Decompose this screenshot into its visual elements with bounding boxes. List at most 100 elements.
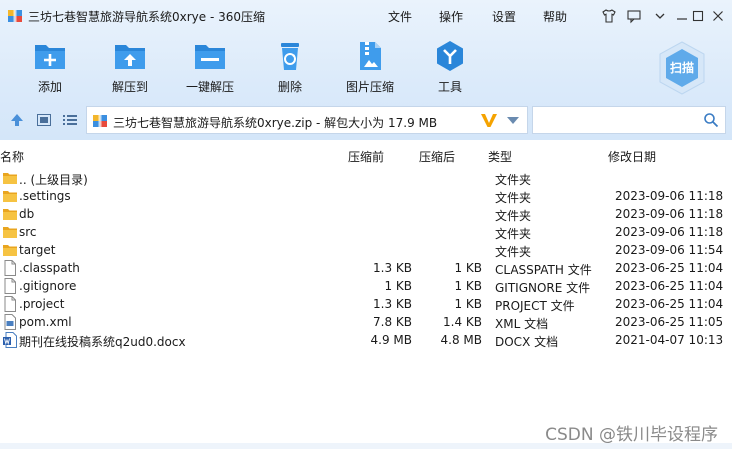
folder-extract-icon xyxy=(115,45,145,69)
up-arrow-icon[interactable] xyxy=(9,112,25,128)
file-original-size: 4.9 MB xyxy=(370,333,412,347)
file-type: 文件夹 xyxy=(495,173,532,187)
file-type: 文件夹 xyxy=(495,209,532,223)
file-compressed-size: 1 KB xyxy=(454,297,482,311)
folder-icon xyxy=(3,209,17,220)
list-view-icon[interactable] xyxy=(62,112,78,128)
tools-label: 工具 xyxy=(437,80,462,94)
title-bar: 三坊七巷智慧旅游导航系统0xrye - 360压缩 文件 操作 设置 帮助 xyxy=(0,0,732,32)
column-original-size[interactable]: 压缩前 xyxy=(348,148,384,165)
column-modified-date[interactable]: 修改日期 xyxy=(608,148,656,165)
message-icon xyxy=(627,10,641,24)
extract-to-button[interactable]: 解压到 xyxy=(90,40,170,96)
file-icon xyxy=(4,260,16,276)
file-row[interactable]: src 文件夹 2023-09-06 11:18 xyxy=(0,223,732,241)
file-row[interactable]: .classpath 1.3 KB 1 KB CLASSPATH 文件 2023-06-… xyxy=(0,259,732,277)
file-original-size: 1 KB xyxy=(384,279,412,293)
file-compressed-size: 1 KB xyxy=(454,279,482,293)
archive-app-icon xyxy=(8,10,22,22)
file-modified-date: 2023-09-06 11:18 xyxy=(615,189,724,203)
column-compressed-size[interactable]: 压缩后 xyxy=(419,148,455,165)
file-name: .project xyxy=(19,297,65,311)
add-label: 添加 xyxy=(37,80,62,94)
thumbnail-view-icon[interactable] xyxy=(36,112,52,128)
file-icon xyxy=(4,296,16,312)
file-modified-date: 2023-09-06 11:18 xyxy=(615,225,724,239)
column-name[interactable]: 名称 xyxy=(0,148,24,165)
folder-one-click-icon xyxy=(195,45,225,69)
file-original-size: 1.3 KB xyxy=(373,297,412,311)
recycle-bin-icon xyxy=(281,43,299,70)
status-bar xyxy=(0,443,732,449)
file-row[interactable]: target 文件夹 2023-09-06 11:54 xyxy=(0,241,732,259)
menu-file[interactable]: 文件 xyxy=(388,8,412,25)
menu-dropdown-button[interactable] xyxy=(650,6,670,26)
file-modified-date: 2023-06-25 11:04 xyxy=(615,279,724,293)
image-compress-button[interactable]: 图片压缩 xyxy=(330,40,410,96)
file-type: GITIGNORE 文件 xyxy=(495,281,591,295)
file-modified-date: 2023-09-06 11:18 xyxy=(615,207,724,221)
file-icon xyxy=(4,278,16,294)
menu-help[interactable]: 帮助 xyxy=(543,8,567,25)
file-modified-date: 2023-06-25 11:04 xyxy=(615,261,724,275)
zip-file-icon xyxy=(93,115,107,127)
file-row[interactable]: .. (上级目录) 文件夹 xyxy=(0,169,732,187)
scan-button[interactable]: 扫描 xyxy=(654,40,710,96)
skin-button[interactable] xyxy=(599,6,619,26)
folder-icon xyxy=(3,191,17,202)
file-name: target xyxy=(19,243,56,257)
file-row[interactable]: db 文件夹 2023-09-06 11:18 xyxy=(0,205,732,223)
tools-hexagon-icon xyxy=(437,41,463,71)
shirt-icon xyxy=(602,9,616,23)
file-name: src xyxy=(19,225,37,239)
tools-button[interactable]: 工具 xyxy=(410,40,490,96)
file-name: .. (上级目录) xyxy=(19,173,88,187)
chevron-down-icon xyxy=(655,13,665,19)
file-row[interactable]: 期刊在线投稿系统q2ud0.docx 4.9 MB 4.8 MB DOCX 文档 202… xyxy=(0,331,732,349)
word-file-icon xyxy=(3,332,17,348)
file-type: DOCX 文档 xyxy=(495,335,559,349)
file-row[interactable]: pom.xml 7.8 KB 1.4 KB XML 文档 2023-06-25 11:0… xyxy=(0,313,732,331)
menu-operation[interactable]: 操作 xyxy=(439,8,463,25)
image-compress-label: 图片压缩 xyxy=(345,80,394,94)
one-click-extract-label: 一键解压 xyxy=(185,80,234,94)
folder-icon xyxy=(3,245,17,256)
verified-v-icon[interactable] xyxy=(479,110,499,130)
file-modified-date: 2023-06-25 11:04 xyxy=(615,297,724,311)
column-type[interactable]: 类型 xyxy=(488,148,512,165)
one-click-extract-button[interactable]: 一键解压 xyxy=(170,40,250,96)
file-row[interactable]: .settings 文件夹 2023-09-06 11:18 xyxy=(0,187,732,205)
menu-settings[interactable]: 设置 xyxy=(492,8,516,25)
feedback-button[interactable] xyxy=(624,6,644,26)
image-zip-icon xyxy=(360,42,381,70)
file-compressed-size: 1 KB xyxy=(454,261,482,275)
file-row[interactable]: .project 1.3 KB 1 KB PROJECT 文件 2023-06-25 1… xyxy=(0,295,732,313)
file-type: PROJECT 文件 xyxy=(495,299,575,313)
file-compressed-size: 1.4 KB xyxy=(443,315,482,329)
file-modified-date: 2021-04-07 10:13 xyxy=(615,333,724,347)
window-title: 三坊七巷智慧旅游导航系统0xrye - 360压缩 xyxy=(28,10,266,24)
file-compressed-size: 4.8 MB xyxy=(440,333,482,347)
maximize-icon xyxy=(692,10,704,22)
file-modified-date: 2023-09-06 11:54 xyxy=(615,243,724,257)
file-original-size: 7.8 KB xyxy=(373,315,412,329)
search-input[interactable] xyxy=(532,106,726,134)
file-row[interactable]: .gitignore 1 KB 1 KB GITIGNORE 文件 2023-06-25… xyxy=(0,277,732,295)
add-button[interactable]: 添加 xyxy=(10,40,90,96)
delete-button[interactable]: 删除 xyxy=(250,40,330,96)
watermark: CSDN @铁川毕设程序 xyxy=(545,425,718,445)
file-name: 期刊在线投稿系统q2ud0.docx xyxy=(19,335,186,349)
file-type: XML 文档 xyxy=(495,317,549,331)
folder-icon xyxy=(3,173,17,184)
minimize-icon xyxy=(677,18,687,20)
address-bar[interactable]: 三坊七巷智慧旅游导航系统0xrye.zip - 解包大小为 17.9 MB xyxy=(86,106,528,134)
close-button[interactable] xyxy=(708,6,728,26)
file-name: .gitignore xyxy=(19,279,77,293)
close-icon xyxy=(713,11,723,21)
file-type: 文件夹 xyxy=(495,227,532,241)
chevron-down-icon[interactable] xyxy=(507,117,519,125)
maximize-button[interactable] xyxy=(688,6,708,26)
file-name: .classpath xyxy=(19,261,80,275)
extract-to-label: 解压到 xyxy=(111,80,148,94)
search-icon[interactable] xyxy=(703,112,719,128)
